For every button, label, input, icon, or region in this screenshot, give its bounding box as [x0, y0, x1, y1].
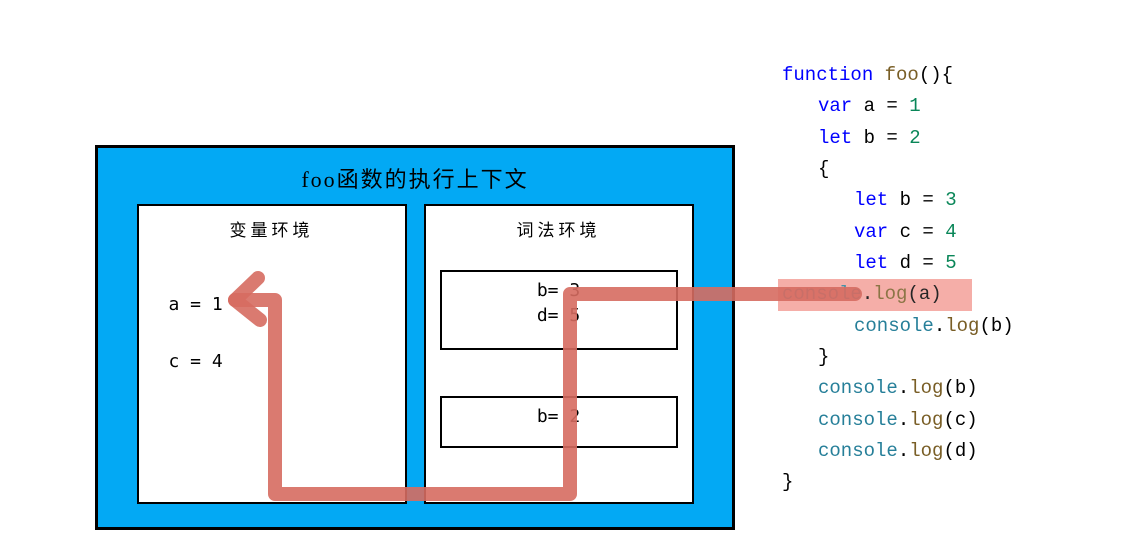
- code-line-11: console.log(b): [782, 373, 1014, 404]
- lexical-env-title: 词法环境: [426, 206, 692, 251]
- keyword-var: var: [854, 221, 888, 243]
- dot: .: [862, 283, 873, 305]
- lexical-environment-box: 词法环境 b= 3 d= 5 b= 2: [424, 204, 694, 504]
- highlighted-line: console.log(a): [778, 279, 972, 310]
- log-method: log: [909, 377, 943, 399]
- console-obj: console: [818, 440, 898, 462]
- code-line-13: console.log(d): [782, 436, 1014, 467]
- brace-end: }: [782, 471, 793, 493]
- num-5: 5: [945, 252, 956, 274]
- code-line-10: }: [782, 342, 1014, 373]
- arg-c: (c): [943, 409, 977, 431]
- code-block: function foo(){ var a = 1 let b = 2 { le…: [782, 60, 1014, 499]
- dot: .: [898, 377, 909, 399]
- lexical-block-1: b= 3 d= 5: [440, 270, 678, 350]
- keyword-let: let: [854, 252, 888, 274]
- code-line-7: let d = 5: [782, 248, 1014, 279]
- code-line-1: function foo(){: [782, 60, 1014, 91]
- assign-d: d =: [888, 252, 945, 274]
- code-line-2: var a = 1: [782, 91, 1014, 122]
- code-line-14: }: [782, 467, 1014, 498]
- var-c-line: c = 4: [139, 351, 223, 372]
- arg-b: (b): [943, 377, 977, 399]
- function-name: foo: [873, 64, 919, 86]
- console-obj: console: [818, 377, 898, 399]
- code-line-6: var c = 4: [782, 217, 1014, 248]
- dot: .: [898, 440, 909, 462]
- keyword-var: var: [818, 95, 852, 117]
- lexical-block-2: b= 2: [440, 396, 678, 448]
- console-obj: console: [782, 283, 862, 305]
- code-line-3: let b = 2: [782, 123, 1014, 154]
- code-line-5: let b = 3: [782, 185, 1014, 216]
- num-1: 1: [909, 95, 920, 117]
- log-method: log: [909, 440, 943, 462]
- assign-b: b =: [852, 127, 909, 149]
- lex-b2-line: b= 2: [442, 404, 676, 429]
- num-2: 2: [909, 127, 920, 149]
- arg-d: (d): [943, 440, 977, 462]
- keyword-let: let: [854, 189, 888, 211]
- variable-env-title: 变量环境: [139, 206, 405, 251]
- arg-b: (b): [979, 315, 1013, 337]
- environment-row: 变量环境 a = 1 c = 4 词法环境 b= 3 d= 5 b= 2: [98, 204, 732, 504]
- assign-b3: b =: [888, 189, 945, 211]
- arg-a: (a): [907, 283, 941, 305]
- keyword-function: function: [782, 64, 873, 86]
- num-4: 4: [945, 221, 956, 243]
- dot: .: [898, 409, 909, 431]
- variable-environment-box: 变量环境 a = 1 c = 4: [137, 204, 407, 504]
- log-method: log: [873, 283, 907, 305]
- context-title: foo函数的执行上下文: [98, 148, 732, 204]
- assign-c: c =: [888, 221, 945, 243]
- lex-b3-line: b= 3: [442, 278, 676, 303]
- num-3: 3: [945, 189, 956, 211]
- brace-open: {: [818, 158, 829, 180]
- keyword-let: let: [818, 127, 852, 149]
- log-method: log: [909, 409, 943, 431]
- code-line-9: console.log(b): [782, 311, 1014, 342]
- console-obj: console: [854, 315, 934, 337]
- console-obj: console: [818, 409, 898, 431]
- code-line-12: console.log(c): [782, 405, 1014, 436]
- var-a-line: a = 1: [139, 294, 223, 315]
- code-line-8-wrap: console.log(a): [782, 279, 1014, 310]
- brace-close: }: [818, 346, 829, 368]
- assign-a: a =: [852, 95, 909, 117]
- paren-open: (){: [919, 64, 953, 86]
- lex-d5-line: d= 5: [442, 303, 676, 328]
- code-line-4: {: [782, 154, 1014, 185]
- dot: .: [934, 315, 945, 337]
- execution-context-box: foo函数的执行上下文 变量环境 a = 1 c = 4 词法环境 b= 3 d…: [95, 145, 735, 530]
- log-method: log: [945, 315, 979, 337]
